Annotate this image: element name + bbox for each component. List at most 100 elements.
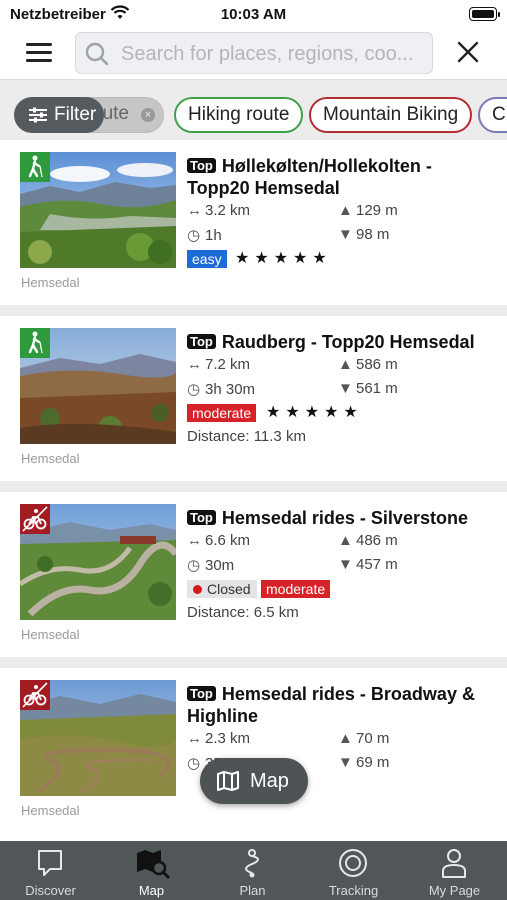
distance-icon: ↔ — [187, 202, 202, 219]
ascent-icon: ▲ — [338, 532, 353, 549]
sliders-icon — [29, 107, 47, 123]
descent-icon: ▼ — [338, 754, 353, 771]
search-input[interactable]: Search for places, regions, coo... — [75, 32, 433, 74]
route-card[interactable]: Hemsedal Top Hemsedal rides - Silverstone… — [0, 492, 507, 657]
mountain-bike-icon — [20, 680, 50, 710]
route-title[interactable]: Top Hemsedal rides - Silverstone — [187, 507, 497, 529]
route-region: Hemsedal — [21, 627, 80, 642]
route-image — [20, 680, 176, 796]
descent-icon: ▼ — [338, 556, 353, 573]
route-distance: ↔ 7.2 km — [187, 356, 251, 373]
route-distance: ↔ 6.6 km — [187, 532, 251, 549]
route-descent: ▼ 561 m — [338, 380, 398, 397]
route-region: Hemsedal — [21, 451, 80, 466]
difficulty-badge: moderate — [261, 580, 331, 598]
route-card[interactable]: Hemsedal Top Hemsedal rides - Broadway & … — [0, 668, 507, 841]
distance-from-location: Distance: 6.5 km — [187, 604, 299, 621]
top-badge: Top — [187, 158, 216, 173]
rating-stars: ★★★★★ — [266, 404, 363, 421]
route-card[interactable]: Hemsedal Top Høllekølten/Hollekolten - To… — [0, 140, 507, 305]
difficulty-badge: moderate — [187, 404, 257, 422]
descent-icon: ▼ — [338, 380, 353, 397]
person-icon — [442, 849, 466, 878]
route-region: Hemsedal — [21, 275, 80, 290]
clock-icon: ◷ — [187, 381, 201, 398]
ascent-icon: ▲ — [338, 730, 353, 747]
route-duration: ◷ 3h 30m — [187, 381, 256, 398]
top-badge: Top — [187, 334, 216, 349]
map-icon — [217, 771, 239, 791]
tab-label: Map — [138, 883, 165, 898]
route-title-text: Hemsedal rides - Broadway & Highline — [187, 684, 475, 726]
route-title[interactable]: Top Høllekølten/Hollekolten - Topp20 Hems… — [187, 155, 497, 199]
search-placeholder: Search for places, regions, coo... — [121, 43, 414, 65]
chip-label: ute — [102, 103, 129, 124]
filter-chip-hiking-route[interactable]: Hiking route — [174, 97, 304, 133]
route-duration: ◷ 30m — [187, 557, 235, 574]
tab-bar: Discover Map Plan Tracking My Page — [0, 841, 507, 900]
hiking-icon — [20, 152, 50, 182]
route-descent: ▼ 457 m — [338, 556, 398, 573]
route-ascent: ▲ 129 m — [338, 202, 398, 219]
distance-icon: ↔ — [187, 532, 202, 549]
close-icon[interactable] — [456, 40, 480, 69]
status-bar: Netzbetreiber 10:03 AM — [0, 0, 507, 28]
mountain-bike-icon — [20, 504, 50, 534]
tab-label: Discover — [25, 883, 76, 898]
route-title-text: Høllekølten/Hollekolten - Topp20 Hemseda… — [187, 156, 432, 198]
clock-icon: ◷ — [187, 557, 201, 574]
tab-map[interactable]: Map — [101, 841, 202, 900]
filter-chip-cross-country[interactable]: Cr — [478, 97, 507, 133]
plan-route-icon — [245, 849, 259, 878]
route-card[interactable]: Hemsedal Top Raudberg - Topp20 Hemsedal ↔… — [0, 316, 507, 481]
distance-from-location: Distance: 11.3 km — [187, 428, 306, 445]
filter-label: Filter — [54, 104, 97, 125]
route-ascent: ▲ 586 m — [338, 356, 398, 373]
clock: 10:03 AM — [220, 6, 287, 23]
filter-chip-mountain-biking[interactable]: Mountain Biking — [309, 97, 473, 133]
remove-chip-icon[interactable]: × — [141, 108, 155, 122]
top-badge: Top — [187, 510, 216, 525]
discover-icon — [38, 850, 62, 876]
distance-icon: ↔ — [187, 730, 202, 747]
hiking-icon — [20, 328, 50, 358]
ascent-icon: ▲ — [338, 202, 353, 219]
tracking-icon — [339, 849, 367, 877]
clock-icon: ◷ — [187, 227, 201, 244]
route-image — [20, 328, 176, 444]
map-search-icon — [137, 850, 170, 879]
difficulty-badge: easy — [187, 250, 227, 268]
route-title[interactable]: Top Raudberg - Topp20 Hemsedal — [187, 331, 497, 353]
ascent-icon: ▲ — [338, 356, 353, 373]
hamburger-menu-icon[interactable] — [26, 41, 54, 65]
tab-tracking[interactable]: Tracking — [303, 841, 404, 900]
route-descent: ▼ 98 m — [338, 226, 390, 243]
tab-my-page[interactable]: My Page — [404, 841, 505, 900]
search-icon — [84, 41, 110, 72]
distance-icon: ↔ — [187, 356, 202, 373]
top-badge: Top — [187, 686, 216, 701]
tab-label: Tracking — [328, 883, 379, 898]
route-title-text: Raudberg - Topp20 Hemsedal — [221, 332, 475, 352]
route-title[interactable]: Top Hemsedal rides - Broadway & Highline — [187, 683, 497, 727]
route-distance: ↔ 3.2 km — [187, 202, 251, 219]
route-image — [20, 504, 176, 620]
route-title-text: Hemsedal rides - Silverstone — [221, 508, 468, 528]
descent-icon: ▼ — [338, 226, 353, 243]
route-image — [20, 152, 176, 268]
route-duration: ◷ 1h — [187, 227, 222, 244]
route-ascent: ▲ 70 m — [338, 730, 390, 747]
route-ascent: ▲ 486 m — [338, 532, 398, 549]
tab-plan[interactable]: Plan — [202, 841, 303, 900]
map-button-label: Map — [250, 770, 289, 792]
battery-icon — [469, 7, 500, 21]
map-button[interactable]: Map — [200, 758, 308, 804]
tab-label: Plan — [239, 883, 266, 898]
rating-stars: ★★★★★ — [235, 250, 332, 267]
filter-button[interactable]: Filter — [14, 97, 104, 133]
tab-label: My Page — [428, 883, 481, 898]
tab-discover[interactable]: Discover — [0, 841, 101, 900]
route-region: Hemsedal — [21, 803, 80, 818]
closed-status-badge: Closed — [187, 580, 257, 598]
route-distance: ↔ 2.3 km — [187, 730, 251, 747]
